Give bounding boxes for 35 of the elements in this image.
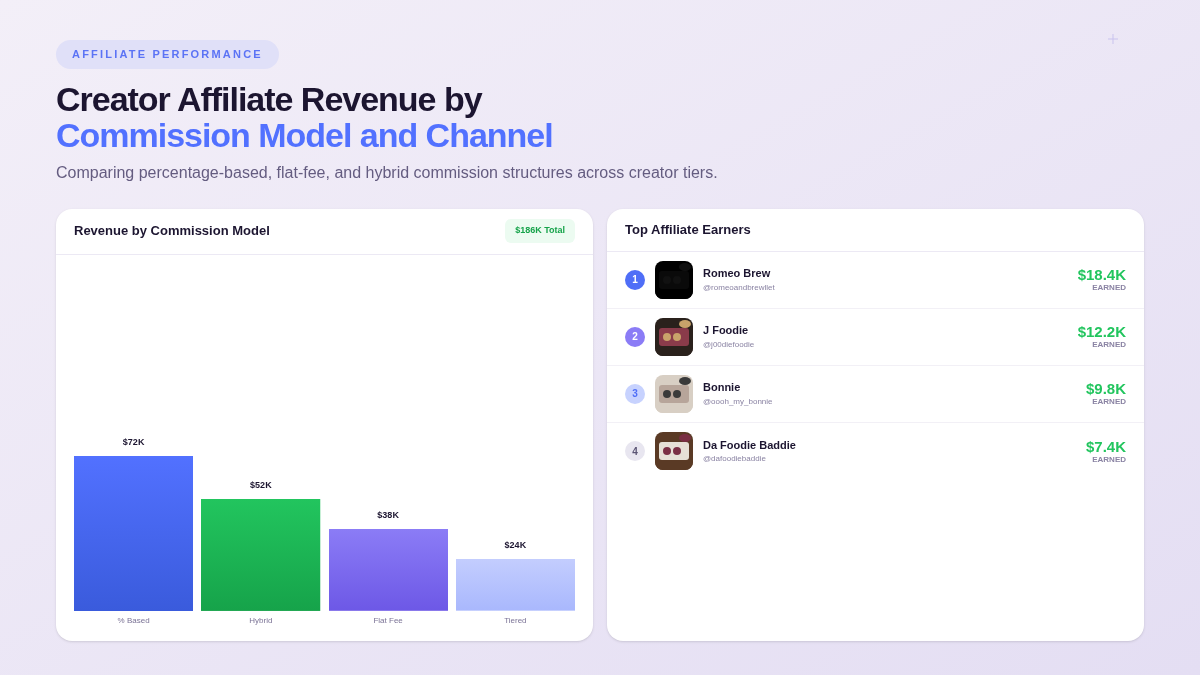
bar-value-label: $38K [377, 509, 399, 523]
earned-caption: EARNED [1092, 340, 1126, 350]
card-title: Revenue by Commission Model [74, 222, 270, 241]
axis-label: % Based [117, 614, 150, 627]
page-subtitle: Comparing percentage-based, flat-fee, and hybrid commission structures across creator tiers. [56, 162, 718, 183]
total-badge: $186K Total [505, 219, 575, 243]
earner-handle: @oooh_my_bonnie [703, 395, 773, 408]
earner-handle: @romeoandbrewllet [703, 281, 775, 294]
earner-handle: @dafoodiebaddie [703, 453, 766, 466]
earner-name: Bonnie [703, 380, 741, 396]
rank-badge: 3 [625, 383, 645, 404]
axis-label: Tiered [504, 614, 527, 627]
axis-label: Hybrid [249, 614, 273, 627]
earned-amount: $18.4K [1077, 266, 1126, 283]
earned-amount: $9.8K [1085, 380, 1126, 397]
axis-label: Flat Fee [373, 614, 403, 627]
rank-badge: 2 [625, 326, 645, 347]
earned-amount: $7.4K [1085, 437, 1126, 455]
page-title: Creator Affiliate Revenue by [56, 80, 482, 117]
bar-value-label: $52K [250, 479, 272, 493]
earner-name: Romeo Brew [703, 266, 771, 282]
earned-caption: EARNED [1092, 454, 1126, 465]
eyebrow-badge: AFFILIATE PERFORMANCE [56, 40, 279, 69]
rank-badge: 4 [625, 441, 645, 461]
rank-badge: 1 [625, 269, 645, 290]
earner-handle: @j00diefoodie [703, 338, 755, 351]
bar-value-label: $24K [504, 539, 527, 553]
earner-name: Da Foodie Baddie [703, 437, 796, 453]
sparkle-icon [1108, 34, 1118, 44]
earner-name: J Foodie [703, 323, 749, 339]
earned-amount: $12.2K [1077, 323, 1126, 340]
bar-value-label: $72K [122, 436, 145, 449]
earned-caption: EARNED [1092, 283, 1126, 293]
card-title: Top Affiliate Earners [625, 220, 751, 239]
earned-caption: EARNED [1092, 397, 1126, 407]
